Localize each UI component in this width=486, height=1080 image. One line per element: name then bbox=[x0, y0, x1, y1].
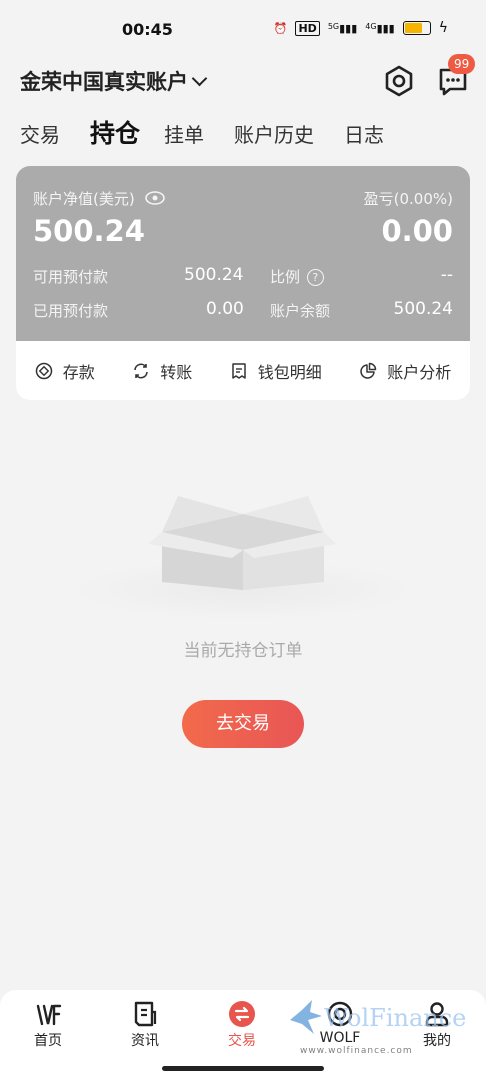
watermark: WolFinance www.wolfinance.com bbox=[288, 996, 478, 1066]
chevron-down-icon bbox=[191, 70, 208, 86]
signal-5g-icon: 5G▮▮▮ bbox=[327, 21, 358, 35]
deposit-icon bbox=[35, 362, 52, 379]
battery-icon bbox=[402, 21, 431, 35]
status-time: 00:45 bbox=[122, 20, 173, 39]
tab-pending-orders[interactable]: 挂单 bbox=[164, 119, 204, 148]
nav-news-label: 资讯 bbox=[131, 1033, 159, 1049]
available-margin-label: 可用预付款 bbox=[33, 268, 109, 286]
used-margin-label: 已用预付款 bbox=[33, 302, 109, 320]
tab-account-history[interactable]: 账户历史 bbox=[234, 119, 314, 148]
deposit-button[interactable]: 存款 bbox=[35, 359, 95, 383]
ratio-label: 比例 bbox=[270, 268, 301, 286]
account-title: 金荣中国真实账户 bbox=[20, 70, 188, 94]
wolf-logo-icon bbox=[290, 1000, 322, 1034]
nav-trade[interactable]: 交易 bbox=[207, 1000, 277, 1050]
home-indicator[interactable] bbox=[162, 1066, 324, 1071]
wallet-icon bbox=[231, 362, 246, 379]
account-card: 账户净值(美元) 盈亏(0.00%) 500.24 0.00 可用预付款 500… bbox=[16, 166, 470, 400]
go-trade-button[interactable]: 去交易 bbox=[182, 700, 304, 748]
pl-value: 0.00 bbox=[381, 214, 453, 248]
account-selector[interactable]: 金荣中国真实账户 bbox=[20, 66, 208, 96]
ratio-label-row: 比例 ? bbox=[270, 266, 324, 287]
nav-home[interactable]: 首页 bbox=[13, 1000, 83, 1050]
transfer-label: 转账 bbox=[160, 362, 193, 382]
empty-message: 当前无持仓订单 bbox=[183, 641, 303, 661]
eye-icon[interactable] bbox=[144, 190, 166, 210]
equity-label-row: 账户净值(美元) bbox=[33, 188, 166, 210]
watermark-brand: WolFinance bbox=[324, 1004, 467, 1032]
deposit-label: 存款 bbox=[62, 362, 95, 382]
home-logo-icon bbox=[36, 1004, 62, 1026]
pie-chart-icon bbox=[360, 362, 377, 379]
account-actions: 存款 转账 钱包明细 账户分析 bbox=[16, 341, 470, 400]
signal-4g-icon: 4G▮▮▮ bbox=[365, 21, 395, 35]
account-summary: 账户净值(美元) 盈亏(0.00%) 500.24 0.00 可用预付款 500… bbox=[16, 166, 470, 341]
news-icon bbox=[134, 1001, 157, 1027]
equity-label: 账户净值(美元) bbox=[33, 190, 135, 208]
pl-label: 盈亏(0.00%) bbox=[363, 190, 453, 208]
available-margin-value: 500.24 bbox=[184, 265, 244, 285]
used-margin-value: 0.00 bbox=[206, 299, 244, 319]
balance-value: 500.24 bbox=[393, 299, 453, 319]
settings-button[interactable] bbox=[380, 62, 418, 100]
notification-badge: 99 bbox=[448, 54, 476, 74]
nav-home-label: 首页 bbox=[34, 1033, 62, 1049]
tab-positions[interactable]: 持仓 bbox=[90, 114, 140, 150]
charging-icon: ϟ bbox=[438, 20, 448, 36]
balance-label: 账户余额 bbox=[270, 302, 331, 320]
nav-trade-label: 交易 bbox=[228, 1033, 256, 1049]
status-icons: ⏰ HD 5G▮▮▮ 4G▮▮▮ ϟ bbox=[274, 20, 448, 36]
help-icon[interactable]: ? bbox=[306, 269, 324, 286]
wallet-details-button[interactable]: 钱包明细 bbox=[230, 359, 322, 383]
watermark-url: www.wolfinance.com bbox=[300, 1046, 413, 1056]
nav-news[interactable]: 资讯 bbox=[110, 1000, 180, 1050]
trade-exchange-icon bbox=[229, 1001, 255, 1027]
account-analysis-label: 账户分析 bbox=[387, 362, 452, 382]
ratio-value: -- bbox=[440, 265, 453, 285]
tab-log[interactable]: 日志 bbox=[344, 119, 384, 148]
hd-icon: HD bbox=[295, 20, 320, 36]
tab-trade[interactable]: 交易 bbox=[20, 119, 60, 148]
empty-box-icon bbox=[148, 496, 336, 590]
account-analysis-button[interactable]: 账户分析 bbox=[359, 359, 451, 383]
tab-bar: 交易 持仓 挂单 账户历史 日志 bbox=[20, 114, 414, 150]
transfer-icon bbox=[134, 363, 149, 378]
alarm-icon: ⏰ bbox=[273, 21, 288, 35]
transfer-button[interactable]: 转账 bbox=[132, 359, 192, 383]
equity-value: 500.24 bbox=[33, 214, 145, 248]
wallet-details-label: 钱包明细 bbox=[257, 362, 322, 382]
settings-hex-icon bbox=[385, 65, 413, 97]
